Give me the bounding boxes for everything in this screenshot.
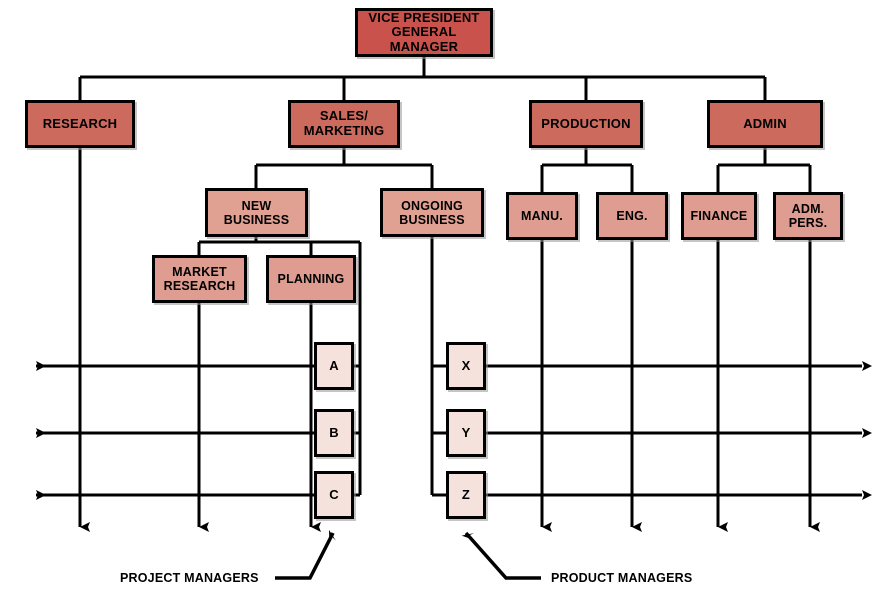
node-sales-marketing-line1: SALES/ (319, 108, 369, 124)
node-ongoing-business-line2: BUSINESS (399, 212, 465, 227)
node-project-a-label: A (329, 357, 339, 373)
node-project-manager-c[interactable]: C (314, 471, 354, 519)
org-chart-diagram: VICE PRESIDENT GENERAL MANAGER RESEARCH … (0, 0, 881, 605)
node-ongoing-business-line1: ONGOING (401, 198, 463, 213)
caption-product-managers: PRODUCT MANAGERS (551, 571, 693, 585)
node-planning[interactable]: PLANNING (266, 255, 356, 303)
node-project-manager-b[interactable]: B (314, 409, 354, 457)
node-new-business[interactable]: NEW BUSINESS (205, 188, 308, 237)
node-production-label: PRODUCTION (541, 115, 631, 131)
node-planning-label: PLANNING (277, 272, 345, 286)
node-ongoing-business[interactable]: ONGOING BUSINESS (380, 188, 484, 237)
node-admin-label: ADMIN (743, 115, 787, 131)
node-project-manager-a[interactable]: A (314, 342, 354, 390)
node-product-manager-x[interactable]: X (446, 342, 486, 390)
node-new-business-line1: NEW (241, 198, 272, 213)
node-product-y-label: Y (461, 424, 471, 440)
node-manufacturing-label: MANU. (521, 209, 563, 223)
node-product-x-label: X (461, 357, 471, 373)
node-research-label: RESEARCH (42, 115, 118, 131)
node-new-business-line2: BUSINESS (223, 212, 290, 227)
node-manufacturing[interactable]: MANU. (506, 192, 578, 240)
node-project-c-label: C (329, 486, 339, 502)
node-adm-pers-line2: PERS. (788, 216, 828, 230)
node-product-z-label: Z (461, 486, 471, 502)
node-market-research[interactable]: MARKET RESEARCH (152, 255, 247, 303)
node-production[interactable]: PRODUCTION (529, 100, 643, 148)
node-vp-line3: MANAGER (389, 38, 459, 54)
node-vice-president-general-manager[interactable]: VICE PRESIDENT GENERAL MANAGER (355, 8, 493, 57)
caption-project-managers: PROJECT MANAGERS (120, 571, 259, 585)
node-finance[interactable]: FINANCE (681, 192, 757, 240)
node-engineering[interactable]: ENG. (596, 192, 668, 240)
node-market-research-line2: RESEARCH (163, 279, 236, 293)
node-product-manager-y[interactable]: Y (446, 409, 486, 457)
node-project-b-label: B (329, 424, 339, 440)
node-product-manager-z[interactable]: Z (446, 471, 486, 519)
node-research[interactable]: RESEARCH (25, 100, 135, 148)
node-engineering-label: ENG. (616, 209, 648, 223)
node-market-research-line1: MARKET (172, 265, 227, 279)
chart-connector-lines (36, 57, 872, 580)
node-vp-line1: VICE PRESIDENT (368, 9, 480, 25)
node-sales-marketing[interactable]: SALES/ MARKETING (288, 100, 400, 148)
node-administrative-personnel[interactable]: ADM. PERS. (773, 192, 843, 240)
node-admin[interactable]: ADMIN (707, 100, 823, 148)
node-vp-line2: GENERAL (391, 24, 457, 40)
node-sales-marketing-line2: MARKETING (303, 123, 385, 138)
node-finance-label: FINANCE (690, 209, 748, 223)
node-adm-pers-line1: ADM. (791, 202, 825, 216)
